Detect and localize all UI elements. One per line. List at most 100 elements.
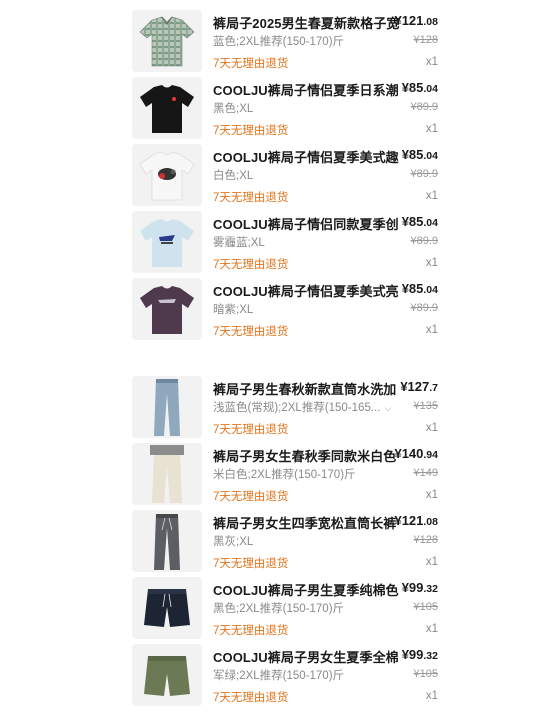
price-decimal: .04 bbox=[423, 284, 438, 296]
order-item[interactable]: 裤局子2025男生春夏新款格子宽 ¥121.08 蓝色;2XL推荐(150-17… bbox=[130, 8, 440, 75]
product-spec[interactable]: 军绿;2XL推荐(150-170)斤 bbox=[213, 667, 393, 683]
product-thumbnail[interactable] bbox=[132, 77, 202, 139]
order-group-1: 裤局子2025男生春夏新款格子宽 ¥121.08 蓝色;2XL推荐(150-17… bbox=[130, 8, 440, 343]
return-policy-badge: 7天无理由退货 bbox=[213, 625, 289, 637]
price-integer: ¥85 bbox=[401, 281, 424, 296]
product-title[interactable]: COOLJU裤局子情侣夏季美式亮 bbox=[213, 281, 403, 300]
product-spec[interactable]: 浅蓝色(常规);2XL推荐(150-165... ⌵ bbox=[213, 399, 393, 415]
purple-tee-icon bbox=[140, 286, 194, 334]
product-price: ¥127.7 bbox=[400, 379, 438, 394]
return-policy-badge: 7天无理由退货 bbox=[213, 58, 289, 70]
original-price: ¥149 bbox=[413, 467, 438, 479]
product-thumbnail[interactable] bbox=[132, 211, 202, 273]
price-decimal: .04 bbox=[423, 83, 438, 95]
product-title[interactable]: COOLJU裤局子情侣夏季美式趣 bbox=[213, 147, 403, 166]
product-spec[interactable]: 雾霾蓝;XL bbox=[213, 234, 393, 250]
return-policy-badge: 7天无理由退货 bbox=[213, 491, 289, 503]
order-item[interactable]: COOLJU裤局子情侣夏季日系潮 ¥85.04 黑色;XL ¥89.9 7天无理… bbox=[130, 75, 440, 142]
product-price: ¥99.32 bbox=[402, 647, 438, 662]
product-spec[interactable]: 米白色;2XL推荐(150-170)斤 bbox=[213, 466, 393, 482]
product-price: ¥85.04 bbox=[402, 281, 438, 296]
lightblue-tee-icon bbox=[140, 219, 194, 267]
price-integer: ¥127 bbox=[400, 379, 430, 394]
black-tee-icon bbox=[140, 85, 194, 133]
price-integer: ¥140 bbox=[394, 446, 424, 461]
product-title[interactable]: COOLJU裤局子情侣夏季日系潮 bbox=[213, 80, 403, 99]
original-price: ¥89.9 bbox=[410, 302, 438, 314]
blue-jeans-icon bbox=[154, 379, 180, 436]
price-decimal: .32 bbox=[423, 583, 438, 595]
quantity: x1 bbox=[425, 422, 438, 434]
product-title[interactable]: 裤局子男生春秋新款直筒水洗加 bbox=[213, 379, 403, 398]
product-title[interactable]: 裤局子男女生四季宽松直筒长裤 bbox=[213, 513, 403, 532]
price-decimal: .08 bbox=[423, 516, 438, 528]
return-policy-badge: 7天无理由退货 bbox=[213, 558, 289, 570]
product-spec[interactable]: 白色;XL bbox=[213, 167, 393, 183]
product-thumbnail[interactable] bbox=[132, 144, 202, 206]
product-thumbnail[interactable] bbox=[132, 510, 202, 572]
quantity: x1 bbox=[425, 690, 438, 702]
quantity: x1 bbox=[425, 56, 438, 68]
plaid-shirt-icon bbox=[139, 16, 195, 67]
product-thumbnail[interactable] bbox=[132, 443, 202, 505]
original-price: ¥128 bbox=[413, 534, 438, 546]
product-thumbnail[interactable] bbox=[132, 644, 202, 706]
quantity: x1 bbox=[425, 623, 438, 635]
order-item[interactable]: COOLJU裤局子男女生夏季全棉 ¥99.32 军绿;2XL推荐(150-170… bbox=[130, 642, 440, 709]
quantity: x1 bbox=[425, 123, 438, 135]
price-decimal: .08 bbox=[423, 16, 438, 28]
return-policy-badge: 7天无理由退货 bbox=[213, 692, 289, 704]
price-integer: ¥85 bbox=[401, 80, 424, 95]
product-title[interactable]: COOLJU裤局子男生夏季纯棉色 bbox=[213, 580, 403, 599]
grey-pants-icon bbox=[154, 514, 180, 570]
product-spec[interactable]: 黑灰;XL bbox=[213, 533, 393, 549]
order-item[interactable]: 裤局子男女生四季宽松直筒长裤 ¥121.08 黑灰;XL ¥128 7天无理由退… bbox=[130, 508, 440, 575]
product-spec[interactable]: 黑色;2XL推荐(150-170)斤 bbox=[213, 600, 393, 616]
green-shorts-icon bbox=[144, 656, 190, 696]
product-price: ¥99.32 bbox=[402, 580, 438, 595]
original-price: ¥105 bbox=[413, 601, 438, 613]
return-policy-badge: 7天无理由退货 bbox=[213, 192, 289, 204]
product-spec[interactable]: 暗紫;XL bbox=[213, 301, 393, 317]
product-price: ¥85.04 bbox=[402, 214, 438, 229]
product-thumbnail[interactable] bbox=[132, 278, 202, 340]
product-title[interactable]: 裤局子2025男生春夏新款格子宽 bbox=[213, 13, 403, 32]
product-spec[interactable]: 蓝色;2XL推荐(150-170)斤 bbox=[213, 33, 393, 49]
return-policy-badge: 7天无理由退货 bbox=[213, 326, 289, 338]
product-price: ¥140.94 bbox=[394, 446, 438, 461]
product-title[interactable]: COOLJU裤局子男女生夏季全棉 bbox=[213, 647, 403, 666]
original-price: ¥89.9 bbox=[410, 235, 438, 247]
product-price: ¥85.04 bbox=[402, 80, 438, 95]
product-thumbnail[interactable] bbox=[132, 10, 202, 72]
order-item[interactable]: COOLJU裤局子男生夏季纯棉色 ¥99.32 黑色;2XL推荐(150-170… bbox=[130, 575, 440, 642]
price-decimal: .04 bbox=[423, 150, 438, 162]
order-item[interactable]: 裤局子男女生春秋季同款米白色 ¥140.94 米白色;2XL推荐(150-170… bbox=[130, 441, 440, 508]
navy-shorts-icon bbox=[144, 589, 190, 627]
order-item[interactable]: COOLJU裤局子情侣夏季美式趣 ¥85.04 白色;XL ¥89.9 7天无理… bbox=[130, 142, 440, 209]
order-item[interactable]: 裤局子男生春秋新款直筒水洗加 ¥127.7 浅蓝色(常规);2XL推荐(150-… bbox=[130, 374, 440, 441]
quantity: x1 bbox=[425, 489, 438, 501]
price-integer: ¥85 bbox=[401, 214, 424, 229]
cream-pants-icon bbox=[150, 445, 184, 503]
price-decimal: .94 bbox=[423, 449, 438, 461]
original-price: ¥89.9 bbox=[410, 101, 438, 113]
product-title[interactable]: 裤局子男女生春秋季同款米白色 bbox=[213, 446, 403, 465]
product-spec[interactable]: 黑色;XL bbox=[213, 100, 393, 116]
product-thumbnail[interactable] bbox=[132, 577, 202, 639]
price-integer: ¥85 bbox=[401, 147, 424, 162]
product-price: ¥121.08 bbox=[394, 513, 438, 528]
order-item[interactable]: COOLJU裤局子情侣同款夏季创 ¥85.04 雾霾蓝;XL ¥89.9 7天无… bbox=[130, 209, 440, 276]
spec-text: 浅蓝色(常规);2XL推荐(150-165... bbox=[213, 402, 381, 414]
chevron-down-icon[interactable]: ⌵ bbox=[384, 403, 391, 413]
product-price: ¥121.08 bbox=[394, 13, 438, 28]
product-title[interactable]: COOLJU裤局子情侣同款夏季创 bbox=[213, 214, 403, 233]
price-decimal: .32 bbox=[423, 650, 438, 662]
return-policy-badge: 7天无理由退货 bbox=[213, 259, 289, 271]
original-price: ¥89.9 bbox=[410, 168, 438, 180]
price-integer: ¥121 bbox=[394, 13, 424, 28]
quantity: x1 bbox=[425, 324, 438, 336]
original-price: ¥128 bbox=[413, 34, 438, 46]
product-thumbnail[interactable] bbox=[132, 376, 202, 438]
price-integer: ¥121 bbox=[394, 513, 424, 528]
order-item[interactable]: COOLJU裤局子情侣夏季美式亮 ¥85.04 暗紫;XL ¥89.9 7天无理… bbox=[130, 276, 440, 343]
